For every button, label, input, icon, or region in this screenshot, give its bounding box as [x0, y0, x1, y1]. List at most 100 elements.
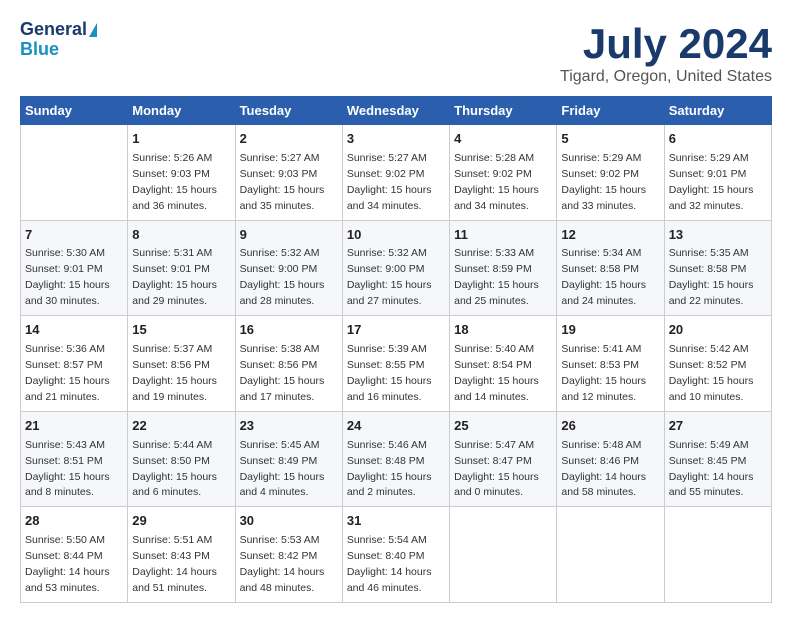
day-info: Sunrise: 5:40 AM Sunset: 8:54 PM Dayligh… [454, 343, 539, 403]
calendar-cell [450, 507, 557, 603]
day-number: 5 [561, 130, 659, 149]
calendar-cell: 24Sunrise: 5:46 AM Sunset: 8:48 PM Dayli… [342, 411, 449, 507]
day-info: Sunrise: 5:27 AM Sunset: 9:03 PM Dayligh… [240, 152, 325, 212]
weekday-header: Tuesday [235, 97, 342, 125]
calendar-cell: 16Sunrise: 5:38 AM Sunset: 8:56 PM Dayli… [235, 316, 342, 412]
calendar-week-row: 7 Sunrise: 5:30 AM Sunset: 9:01 PM Daylig… [21, 220, 772, 316]
calendar-cell: 8 Sunrise: 5:31 AM Sunset: 9:01 PM Daylig… [128, 220, 235, 316]
day-number: 10 [347, 226, 445, 245]
day-info: Sunrise: 5:33 AM Sunset: 8:59 PM Dayligh… [454, 247, 539, 307]
day-number: 6 [669, 130, 767, 149]
day-info: Sunrise: 5:50 AM Sunset: 8:44 PM Dayligh… [25, 534, 110, 594]
calendar-cell: 11 Sunrise: 5:33 AM Sunset: 8:59 PM Dayli… [450, 220, 557, 316]
day-number: 9 [240, 226, 338, 245]
calendar-cell: 30 Sunrise: 5:53 AM Sunset: 8:42 PM Dayli… [235, 507, 342, 603]
day-number: 31 [347, 512, 445, 531]
logo-triangle-icon [89, 23, 97, 37]
weekday-header: Thursday [450, 97, 557, 125]
calendar-cell: 3 Sunrise: 5:27 AM Sunset: 9:02 PM Daylig… [342, 125, 449, 221]
day-info: Sunrise: 5:48 AM Sunset: 8:46 PM Dayligh… [561, 439, 646, 499]
weekday-header: Wednesday [342, 97, 449, 125]
calendar-cell: 7 Sunrise: 5:30 AM Sunset: 9:01 PM Daylig… [21, 220, 128, 316]
day-info: Sunrise: 5:35 AM Sunset: 8:58 PM Dayligh… [669, 247, 754, 307]
calendar-cell: 21Sunrise: 5:43 AM Sunset: 8:51 PM Dayli… [21, 411, 128, 507]
day-info: Sunrise: 5:26 AM Sunset: 9:03 PM Dayligh… [132, 152, 217, 212]
calendar-table: SundayMondayTuesdayWednesdayThursdayFrid… [20, 96, 772, 603]
day-info: Sunrise: 5:37 AM Sunset: 8:56 PM Dayligh… [132, 343, 217, 403]
day-number: 19 [561, 321, 659, 340]
calendar-cell: 10 Sunrise: 5:32 AM Sunset: 9:00 PM Dayli… [342, 220, 449, 316]
calendar-cell: 31 Sunrise: 5:54 AM Sunset: 8:40 PM Dayli… [342, 507, 449, 603]
day-info: Sunrise: 5:30 AM Sunset: 9:01 PM Dayligh… [25, 247, 110, 307]
day-info: Sunrise: 5:34 AM Sunset: 8:58 PM Dayligh… [561, 247, 646, 307]
calendar-cell: 23Sunrise: 5:45 AM Sunset: 8:49 PM Dayli… [235, 411, 342, 507]
day-number: 30 [240, 512, 338, 531]
calendar-cell: 19 Sunrise: 5:41 AM Sunset: 8:53 PM Dayli… [557, 316, 664, 412]
day-number: 27 [669, 417, 767, 436]
day-number: 20 [669, 321, 767, 340]
day-number: 11 [454, 226, 552, 245]
day-info: Sunrise: 5:47 AM Sunset: 8:47 PM Dayligh… [454, 439, 539, 499]
day-info: Sunrise: 5:46 AM Sunset: 8:48 PM Dayligh… [347, 439, 432, 499]
calendar-cell: 28 Sunrise: 5:50 AM Sunset: 8:44 PM Dayli… [21, 507, 128, 603]
weekday-header: Sunday [21, 97, 128, 125]
day-number: 7 [25, 226, 123, 245]
calendar-cell: 22 Sunrise: 5:44 AM Sunset: 8:50 PM Dayli… [128, 411, 235, 507]
day-info: Sunrise: 5:36 AM Sunset: 8:57 PM Dayligh… [25, 343, 110, 403]
day-info: Sunrise: 5:54 AM Sunset: 8:40 PM Dayligh… [347, 534, 432, 594]
calendar-cell: 2Sunrise: 5:27 AM Sunset: 9:03 PM Daylig… [235, 125, 342, 221]
calendar-week-row: 28 Sunrise: 5:50 AM Sunset: 8:44 PM Dayli… [21, 507, 772, 603]
weekday-header: Friday [557, 97, 664, 125]
day-number: 3 [347, 130, 445, 149]
calendar-subtitle: Tigard, Oregon, United States [560, 68, 772, 86]
day-info: Sunrise: 5:31 AM Sunset: 9:01 PM Dayligh… [132, 247, 217, 307]
calendar-cell: 29 Sunrise: 5:51 AM Sunset: 8:43 PM Dayli… [128, 507, 235, 603]
calendar-cell: 6 Sunrise: 5:29 AM Sunset: 9:01 PM Daylig… [664, 125, 771, 221]
day-info: Sunrise: 5:29 AM Sunset: 9:02 PM Dayligh… [561, 152, 646, 212]
day-number: 22 [132, 417, 230, 436]
calendar-cell: 14 Sunrise: 5:36 AM Sunset: 8:57 PM Dayli… [21, 316, 128, 412]
calendar-cell: 26 Sunrise: 5:48 AM Sunset: 8:46 PM Dayli… [557, 411, 664, 507]
calendar-cell: 1 Sunrise: 5:26 AM Sunset: 9:03 PM Daylig… [128, 125, 235, 221]
calendar-cell: 25 Sunrise: 5:47 AM Sunset: 8:47 PM Dayli… [450, 411, 557, 507]
day-number: 25 [454, 417, 552, 436]
day-number: 1 [132, 130, 230, 149]
calendar-cell: 20 Sunrise: 5:42 AM Sunset: 8:52 PM Dayli… [664, 316, 771, 412]
day-number: 29 [132, 512, 230, 531]
calendar-week-row: 14 Sunrise: 5:36 AM Sunset: 8:57 PM Dayli… [21, 316, 772, 412]
day-info: Sunrise: 5:42 AM Sunset: 8:52 PM Dayligh… [669, 343, 754, 403]
day-number: 26 [561, 417, 659, 436]
day-number: 18 [454, 321, 552, 340]
logo-text-blue: Blue [20, 40, 59, 60]
day-info: Sunrise: 5:43 AM Sunset: 8:51 PM Dayligh… [25, 439, 110, 499]
day-info: Sunrise: 5:41 AM Sunset: 8:53 PM Dayligh… [561, 343, 646, 403]
day-number: 8 [132, 226, 230, 245]
calendar-cell: 13 Sunrise: 5:35 AM Sunset: 8:58 PM Dayli… [664, 220, 771, 316]
day-number: 4 [454, 130, 552, 149]
day-info: Sunrise: 5:29 AM Sunset: 9:01 PM Dayligh… [669, 152, 754, 212]
day-number: 16 [240, 321, 338, 340]
day-number: 28 [25, 512, 123, 531]
calendar-cell: 15Sunrise: 5:37 AM Sunset: 8:56 PM Dayli… [128, 316, 235, 412]
day-info: Sunrise: 5:32 AM Sunset: 9:00 PM Dayligh… [347, 247, 432, 307]
calendar-week-row: 1 Sunrise: 5:26 AM Sunset: 9:03 PM Daylig… [21, 125, 772, 221]
calendar-header: SundayMondayTuesdayWednesdayThursdayFrid… [21, 97, 772, 125]
day-info: Sunrise: 5:53 AM Sunset: 8:42 PM Dayligh… [240, 534, 325, 594]
day-info: Sunrise: 5:27 AM Sunset: 9:02 PM Dayligh… [347, 152, 432, 212]
calendar-body: 1 Sunrise: 5:26 AM Sunset: 9:03 PM Daylig… [21, 125, 772, 603]
calendar-cell: 4Sunrise: 5:28 AM Sunset: 9:02 PM Daylig… [450, 125, 557, 221]
calendar-cell: 27Sunrise: 5:49 AM Sunset: 8:45 PM Dayli… [664, 411, 771, 507]
day-number: 13 [669, 226, 767, 245]
calendar-cell [21, 125, 128, 221]
calendar-cell [664, 507, 771, 603]
logo-text-general: General [20, 20, 87, 40]
weekday-header: Monday [128, 97, 235, 125]
day-info: Sunrise: 5:44 AM Sunset: 8:50 PM Dayligh… [132, 439, 217, 499]
day-number: 12 [561, 226, 659, 245]
day-number: 14 [25, 321, 123, 340]
day-info: Sunrise: 5:51 AM Sunset: 8:43 PM Dayligh… [132, 534, 217, 594]
calendar-cell: 17Sunrise: 5:39 AM Sunset: 8:55 PM Dayli… [342, 316, 449, 412]
calendar-cell [557, 507, 664, 603]
day-info: Sunrise: 5:32 AM Sunset: 9:00 PM Dayligh… [240, 247, 325, 307]
calendar-cell: 18 Sunrise: 5:40 AM Sunset: 8:54 PM Dayli… [450, 316, 557, 412]
